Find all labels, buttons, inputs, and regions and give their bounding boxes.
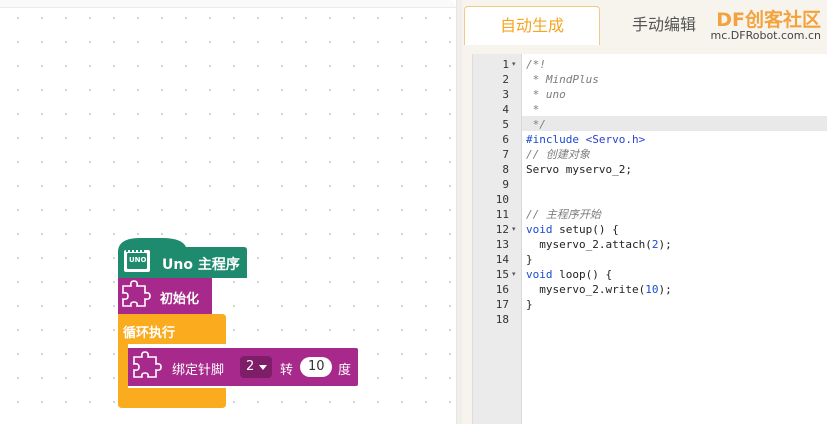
pin-value: 2 xyxy=(246,359,255,374)
line-number: 7 xyxy=(502,148,509,161)
code-line: void setup() { xyxy=(526,223,619,236)
line-number: 4 xyxy=(502,103,509,116)
line-number: 1 xyxy=(502,58,509,71)
servo-middle-label: 转 xyxy=(280,363,294,378)
pin-dropdown[interactable] xyxy=(240,356,272,378)
code-editor[interactable]: 1 ▾/*! 2 * MindPlus 3 * uno 4 * 5 */6 #include… xyxy=(472,54,827,424)
code-line: #include <Servo.h> xyxy=(526,133,646,146)
code-line: * xyxy=(526,103,540,116)
code-line: Servo myservo_2; xyxy=(526,163,632,176)
code-line: // 主程序开始 xyxy=(526,208,601,221)
tab-manual-edit[interactable]: 手动编辑 xyxy=(604,6,724,44)
code-line: myservo_2.write(10); xyxy=(526,283,672,296)
code-line: * uno xyxy=(526,88,566,101)
line-number: 15 xyxy=(495,268,509,281)
init-label: 初始化 xyxy=(160,292,200,307)
code-line: } xyxy=(526,253,533,266)
fold-toggle-icon[interactable]: ▾ xyxy=(512,57,516,72)
fold-toggle-icon[interactable]: ▾ xyxy=(512,267,516,282)
code-line: * MindPlus xyxy=(526,73,599,86)
line-number: 16 xyxy=(495,283,509,296)
board-icon-text: UNO xyxy=(129,256,147,264)
angle-value: 10 xyxy=(308,359,325,374)
watermark-logo: DF创客社区 mc.DFRobot.com.cn xyxy=(707,2,825,44)
line-number: 17 xyxy=(495,298,509,311)
blocks-canvas xyxy=(118,238,358,408)
line-number: 2 xyxy=(502,73,509,86)
line-number: 14 xyxy=(495,253,509,266)
line-number: 10 xyxy=(495,193,509,206)
code-panel: 自动生成 手动编辑 DF创客社区 mc.DFRobot.com.cn 1 ▾/*!… xyxy=(462,0,827,424)
watermark-url: mc.DFRobot.com.cn xyxy=(710,29,821,42)
code-tabs: 自动生成 手动编辑 DF创客社区 mc.DFRobot.com.cn xyxy=(462,0,827,45)
line-number: 6 xyxy=(502,133,509,146)
line-number: 13 xyxy=(495,238,509,251)
line-number: 18 xyxy=(495,313,509,326)
fold-toggle-icon[interactable]: ▾ xyxy=(512,222,516,237)
servo-prefix-label: 绑定针脚 xyxy=(172,363,225,378)
code-line: */ xyxy=(526,118,546,131)
line-number: 12 xyxy=(495,223,509,236)
block-workspace[interactable]: UNO Uno 主程序 初始化 循环执行 绑定针脚 2 转 10 度 xyxy=(0,0,457,424)
watermark-brand: DF创客社区 xyxy=(716,9,821,31)
line-number: 8 xyxy=(502,163,509,176)
tab-auto-generate[interactable]: 自动生成 xyxy=(464,6,600,45)
line-number: 11 xyxy=(495,208,509,221)
code-line: } xyxy=(526,298,533,311)
main-program-label: Uno 主程序 xyxy=(162,257,240,273)
code-line: // 创建对象 xyxy=(526,148,590,161)
loop-label: 循环执行 xyxy=(123,326,176,341)
code-line: void loop() { xyxy=(526,268,613,281)
code-line: myservo_2.attach(2); xyxy=(526,238,672,251)
line-number: 5 xyxy=(502,118,509,131)
line-number: 9 xyxy=(502,178,509,191)
code-line: /*! xyxy=(526,58,546,71)
line-number: 3 xyxy=(502,88,509,101)
servo-suffix-label: 度 xyxy=(338,363,352,378)
